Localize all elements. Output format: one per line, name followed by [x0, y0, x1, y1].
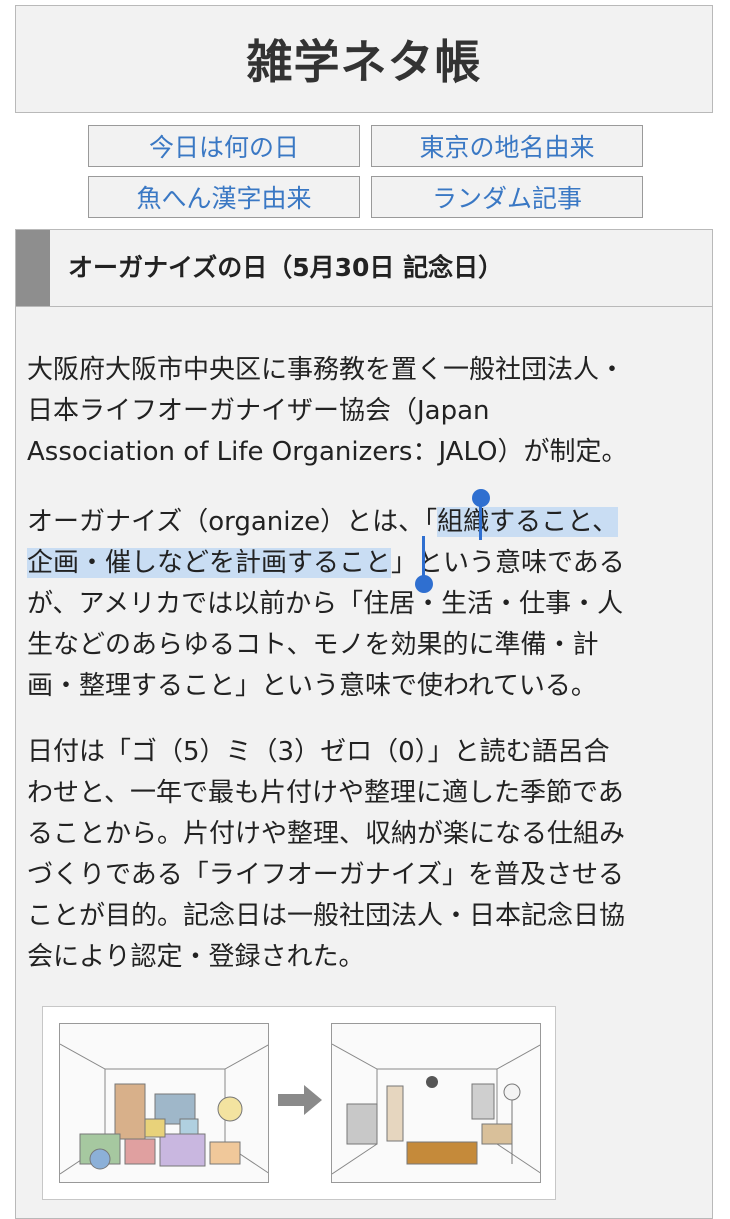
nav-fish-kanji-button[interactable]: 魚へん漢字由来	[88, 176, 360, 218]
site-header: 雑学ネタ帳	[15, 5, 713, 113]
p1-line2: 日本ライフオーガナイザー協会（Japan	[27, 396, 490, 426]
paragraph-3: 日付は「ゴ（5）ミ（3）ゼロ（0）」と読む語呂合 わせと、一年で最も片付けや整理…	[27, 732, 677, 978]
p2-line3: が、アメリカでは以前から「住居・生活・仕事・人	[27, 589, 624, 619]
messy-room-image	[59, 1023, 269, 1183]
p3-line5: ことが目的。記念日は一般社団法人・日本記念日協	[27, 901, 626, 931]
p2-line4: 生などのあらゆるコト、モノを効果的に準備・計	[27, 630, 599, 660]
p2-before: オーガナイズ（organize）とは、「	[27, 507, 438, 537]
site-title[interactable]: 雑学ネタ帳	[247, 26, 482, 92]
before-after-illustration	[42, 1006, 556, 1200]
p2-line5: 画・整理すること」という意味で使われている。	[27, 671, 597, 701]
p1-line1: 大阪府大阪市中央区に事務教を置く一般社団法人・	[27, 355, 626, 385]
article-header-accent	[16, 230, 50, 306]
selection-end-handle[interactable]	[415, 575, 433, 593]
p3-line3: ることから。片付けや整理、収納が楽になる仕組み	[27, 819, 626, 849]
selection-start-bar[interactable]	[479, 500, 482, 540]
p3-line2: わせと、一年で最も片付けや整理に適した季節であ	[27, 778, 624, 808]
p1-line3: Association of Life Organizers：JALO）が制定。	[27, 437, 628, 467]
nav-random-article-button[interactable]: ランダム記事	[371, 176, 643, 218]
selected-text-2[interactable]: 企画・催しなどを計画すること	[27, 548, 392, 578]
nav-today-button[interactable]: 今日は何の日	[88, 125, 360, 167]
paragraph-2: オーガナイズ（organize）とは、「組織すること、 企画・催しなどを計画する…	[27, 502, 677, 707]
nav-tokyo-placenames-button[interactable]: 東京の地名由来	[371, 125, 643, 167]
article-title: オーガナイズの日（5月30日 記念日）	[68, 253, 504, 282]
arrow-right-icon	[278, 1085, 322, 1115]
selection-end-bar[interactable]	[422, 536, 425, 580]
p2-after: 」という意味である	[391, 548, 625, 578]
organized-room-image	[331, 1023, 541, 1183]
selected-text-1[interactable]: 組織すること、	[437, 507, 619, 537]
p3-line6: 会により認定・登録された。	[27, 942, 365, 972]
p3-line1: 日付は「ゴ（5）ミ（3）ゼロ（0）」と読む語呂合	[27, 737, 610, 767]
article-header: オーガナイズの日（5月30日 記念日）	[16, 230, 712, 307]
paragraph-1: 大阪府大阪市中央区に事務教を置く一般社団法人・ 日本ライフオーガナイザー協会（J…	[27, 350, 677, 473]
p3-line4: づくりである「ライフオーガナイズ」を普及させる	[27, 860, 624, 890]
